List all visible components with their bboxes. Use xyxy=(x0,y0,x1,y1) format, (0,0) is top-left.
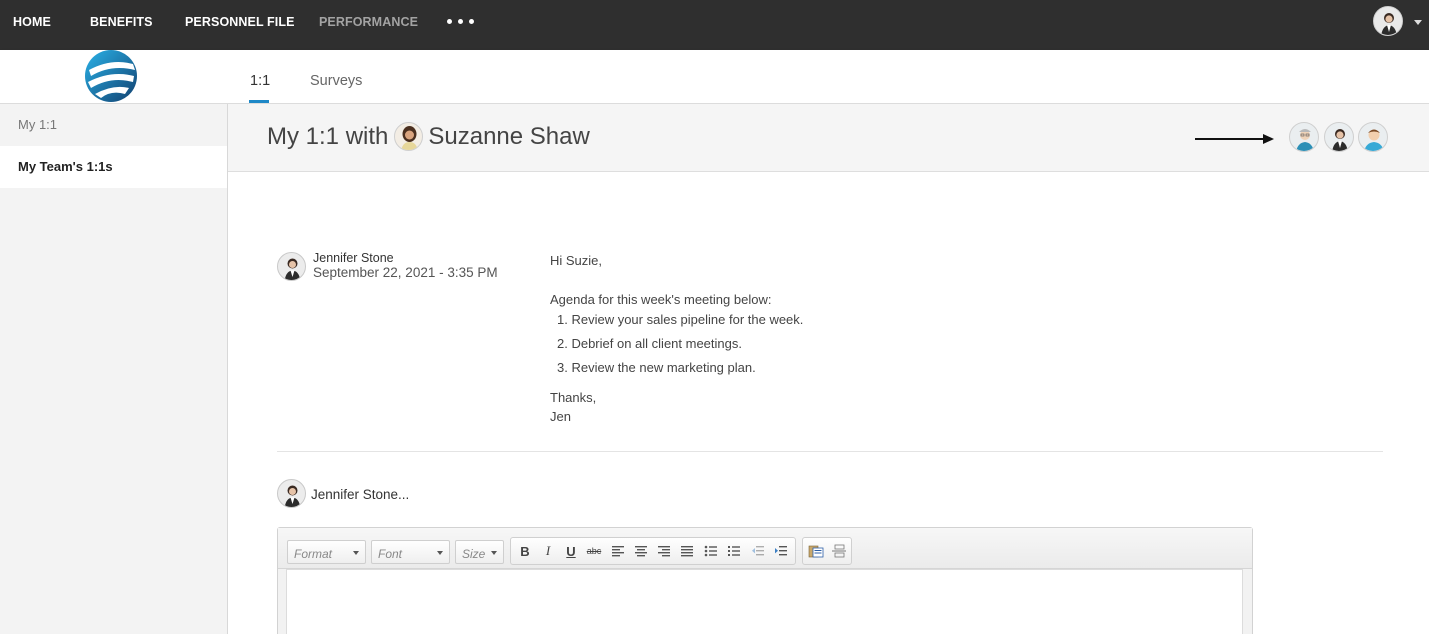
align-justify-icon[interactable] xyxy=(678,542,696,560)
page-break-icon[interactable] xyxy=(830,542,848,560)
reply-author-avatar xyxy=(277,479,306,508)
editor-toolbar: Format Font Size B I U abc xyxy=(278,528,1252,569)
person-icon xyxy=(1296,129,1314,151)
participant-avatar[interactable] xyxy=(1358,122,1388,152)
format-select[interactable]: Format xyxy=(287,540,366,564)
nav-benefits[interactable]: BENEFITS xyxy=(90,15,153,29)
divider xyxy=(277,451,1383,452)
message-greeting: Hi Suzie, xyxy=(550,253,603,268)
page-header: My 1:1 with Suzanne Shaw xyxy=(228,104,1429,172)
participant-avatar[interactable] xyxy=(1324,122,1354,152)
numbered-list-icon[interactable] xyxy=(725,542,743,560)
user-avatar[interactable] xyxy=(1373,6,1403,36)
person-icon xyxy=(401,126,419,150)
insert-button-group xyxy=(802,537,852,565)
italic-icon[interactable]: I xyxy=(539,542,557,560)
reply-author: Jennifer Stone... xyxy=(311,487,410,502)
align-right-icon[interactable] xyxy=(655,542,673,560)
message-intro: Agenda for this week's meeting below: xyxy=(550,292,772,307)
bulleted-list-icon[interactable] xyxy=(702,542,720,560)
arrow-head-icon xyxy=(1263,134,1274,144)
conversation-area: Jennifer Stone September 22, 2021 - 3:35… xyxy=(228,172,1429,634)
agenda-item: 3. Review the new marketing plan. xyxy=(557,360,756,375)
user-menu-chevron-down-icon[interactable] xyxy=(1414,20,1422,25)
font-select[interactable]: Font xyxy=(371,540,450,564)
agenda-item: 2. Debrief on all client meetings. xyxy=(557,336,742,351)
tab-one-on-one[interactable]: 1:1 xyxy=(250,73,270,89)
message-date: September 22, 2021 - 3:35 PM xyxy=(313,265,498,280)
person-icon xyxy=(284,258,301,280)
page-title: My 1:1 with Suzanne Shaw xyxy=(267,122,590,151)
strikethrough-icon[interactable]: abc xyxy=(585,542,603,560)
sidebar-item-my-team-one-on-ones[interactable]: My Team's 1:1s xyxy=(0,146,227,188)
bold-icon[interactable]: B xyxy=(516,542,534,560)
size-select[interactable]: Size xyxy=(455,540,504,564)
person-icon xyxy=(1332,129,1348,151)
tab-surveys[interactable]: Surveys xyxy=(310,73,362,89)
align-center-icon[interactable] xyxy=(632,542,650,560)
align-left-icon[interactable] xyxy=(609,542,627,560)
agenda-item: 1. Review your sales pipeline for the we… xyxy=(557,312,804,327)
reply-editor: Format Font Size B I U abc xyxy=(277,527,1253,634)
sidebar-item-my-one-on-one[interactable]: My 1:1 xyxy=(0,104,227,146)
paste-from-word-icon[interactable] xyxy=(807,542,825,560)
top-nav: HOME BENEFITS PERSONNEL FILE PERFORMANCE xyxy=(0,0,1429,50)
suzanne-avatar xyxy=(394,122,424,151)
nav-personnel-file[interactable]: PERSONNEL FILE xyxy=(185,15,295,29)
message-signature: Jen xyxy=(550,409,571,424)
active-tab-indicator xyxy=(249,100,269,103)
person-icon xyxy=(1364,129,1384,151)
author-avatar xyxy=(277,252,306,281)
formatting-button-group: B I U abc xyxy=(510,537,796,565)
person-icon xyxy=(1381,13,1397,35)
company-logo-icon xyxy=(85,50,137,102)
page-title-prefix: My 1:1 with xyxy=(267,122,389,150)
outdent-icon[interactable] xyxy=(749,542,767,560)
underline-icon[interactable]: U xyxy=(562,542,580,560)
nav-performance[interactable]: PERFORMANCE xyxy=(319,15,418,29)
sub-header: 1:1 Surveys xyxy=(0,50,1429,104)
arrow-line xyxy=(1195,138,1265,140)
nav-home[interactable]: HOME xyxy=(13,15,51,29)
sidebar: My 1:1 My Team's 1:1s xyxy=(0,104,228,634)
page-title-person: Suzanne Shaw xyxy=(428,122,590,150)
person-icon xyxy=(284,485,301,507)
participant-avatar[interactable] xyxy=(1289,122,1319,152)
indent-icon[interactable] xyxy=(772,542,790,560)
message-author: Jennifer Stone xyxy=(313,251,394,265)
more-menu-icon[interactable] xyxy=(447,19,474,24)
reply-text-area[interactable] xyxy=(286,569,1243,634)
message-closing: Thanks, xyxy=(550,390,597,405)
